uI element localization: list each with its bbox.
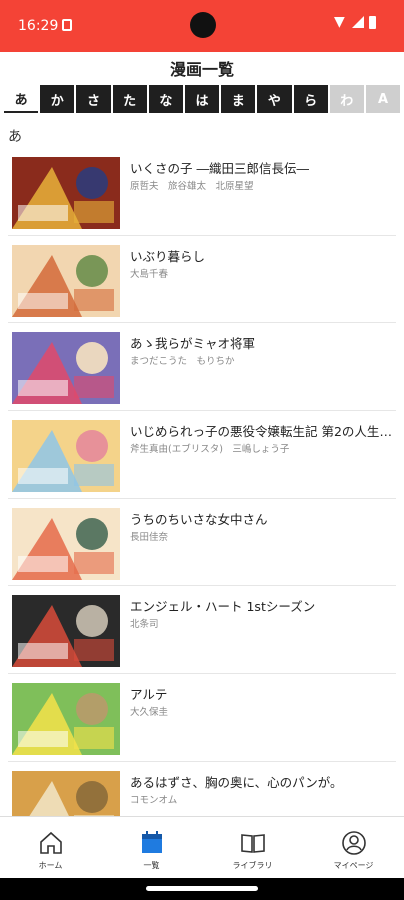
manga-cover-image — [12, 507, 120, 580]
manga-cover-image — [12, 683, 120, 756]
nav-label: ホーム — [38, 861, 63, 870]
manga-list-item[interactable]: うちのちいさな女中さん長田佳奈 — [8, 499, 396, 587]
bottom-navigation: ホーム 一覧 ライブラリ マイページ — [0, 816, 404, 878]
manga-list-item[interactable]: いくさの子 ―織田三郎信長伝― 原哲夫 旅谷雄太 北原星望 — [8, 148, 396, 236]
manga-list-item[interactable]: いじめられっ子の悪役令嬢転生記 第2の人生も… 斧生真由(エブリスタ) 三嶋しょう… — [8, 411, 396, 499]
gesture-area — [0, 878, 404, 900]
manga-title: いぶり暮らし — [130, 248, 206, 264]
manga-title: いじめられっ子の悪役令嬢転生記 第2の人生も… — [130, 424, 396, 440]
kana-tab-4[interactable]: な — [148, 85, 183, 113]
manga-authors: 長田佳奈 — [130, 531, 169, 543]
manga-title: いくさの子 ―織田三郎信長伝― — [130, 161, 309, 176]
manga-authors: 大島千春 — [130, 268, 169, 280]
kana-tab-6[interactable]: ま — [221, 85, 256, 113]
nav-item-0[interactable]: ホーム — [0, 817, 101, 878]
nav-label: ライブラリ — [232, 861, 273, 870]
kana-tab-2[interactable]: さ — [76, 85, 111, 113]
manga-title: あるはずさ、胸の奥に、心のパンが。 — [130, 774, 343, 790]
kana-tab-bar: あかさたなはまやらわA — [4, 85, 401, 113]
manga-cover-image — [12, 244, 120, 317]
manga-cover-image — [12, 157, 120, 229]
page-title: 漫画一覧 — [169, 60, 234, 79]
kana-tab-9[interactable]: わ — [329, 85, 364, 113]
manga-authors: 大久保圭 — [130, 707, 169, 719]
nav-item-2[interactable]: ライブラリ — [202, 817, 303, 878]
status-bar: 16:29 ▼ — [0, 0, 404, 52]
kana-tab-7[interactable]: や — [257, 85, 292, 113]
nav-item-3[interactable]: マイページ — [303, 817, 404, 878]
manga-cover-image — [12, 595, 120, 668]
nav-label: マイページ — [333, 861, 374, 870]
manga-list-item[interactable]: エンジェル・ハート 1stシーズン北条司 — [8, 586, 396, 675]
nav-label: 一覧 — [143, 861, 160, 870]
wifi-icon: ▼ — [334, 14, 345, 30]
section-header: あ — [8, 129, 22, 145]
camera-cutout — [190, 12, 216, 38]
user-icon — [340, 829, 368, 857]
manga-authors: コモンオム — [130, 794, 178, 806]
kana-tab-1[interactable]: か — [40, 85, 75, 113]
manga-list-item[interactable]: いぶり暮らし大島千春 — [8, 236, 396, 324]
status-time: 16:29 — [18, 18, 59, 34]
manga-title: あゝ我らがミャオ将軍 — [130, 336, 256, 352]
manga-authors: 斧生真由(エブリスタ) 三嶋しょう子 — [130, 444, 290, 456]
manga-list: いくさの子 ―織田三郎信長伝― 原哲夫 旅谷雄太 北原星望いぶり暮らし大島千春あゝ… — [0, 148, 404, 850]
manga-cover-image — [12, 420, 120, 493]
manga-title: エンジェル・ハート 1stシーズン — [130, 599, 316, 615]
manga-cover-image — [12, 332, 120, 405]
manga-list-item[interactable]: アルテ 大久保圭 — [8, 674, 396, 762]
signal-icon — [352, 16, 364, 28]
kana-tab-8[interactable]: ら — [293, 85, 328, 113]
home-icon — [37, 829, 65, 857]
kana-tab-0[interactable]: あ — [4, 85, 39, 113]
manga-title: アルテ — [130, 687, 168, 703]
manga-title: うちのちいさな女中さん — [130, 511, 268, 527]
manga-list-item[interactable]: あゝ我らがミャオ将軍まつだこうた もりちか — [8, 323, 396, 412]
sim-icon — [62, 19, 72, 31]
kana-tab-3[interactable]: た — [112, 85, 147, 113]
kana-tab-5[interactable]: は — [184, 85, 220, 113]
gesture-handle[interactable] — [146, 886, 258, 891]
manga-authors: 北条司 — [130, 619, 159, 631]
calendar-icon — [138, 829, 166, 857]
book-icon — [239, 829, 267, 857]
battery-icon — [369, 16, 376, 29]
manga-authors: 原哲夫 旅谷雄太 北原星望 — [130, 181, 254, 192]
kana-tab-10[interactable]: A — [365, 85, 401, 113]
manga-authors: まつだこうた もりちか — [130, 356, 235, 368]
nav-item-1[interactable]: 一覧 — [101, 817, 202, 878]
